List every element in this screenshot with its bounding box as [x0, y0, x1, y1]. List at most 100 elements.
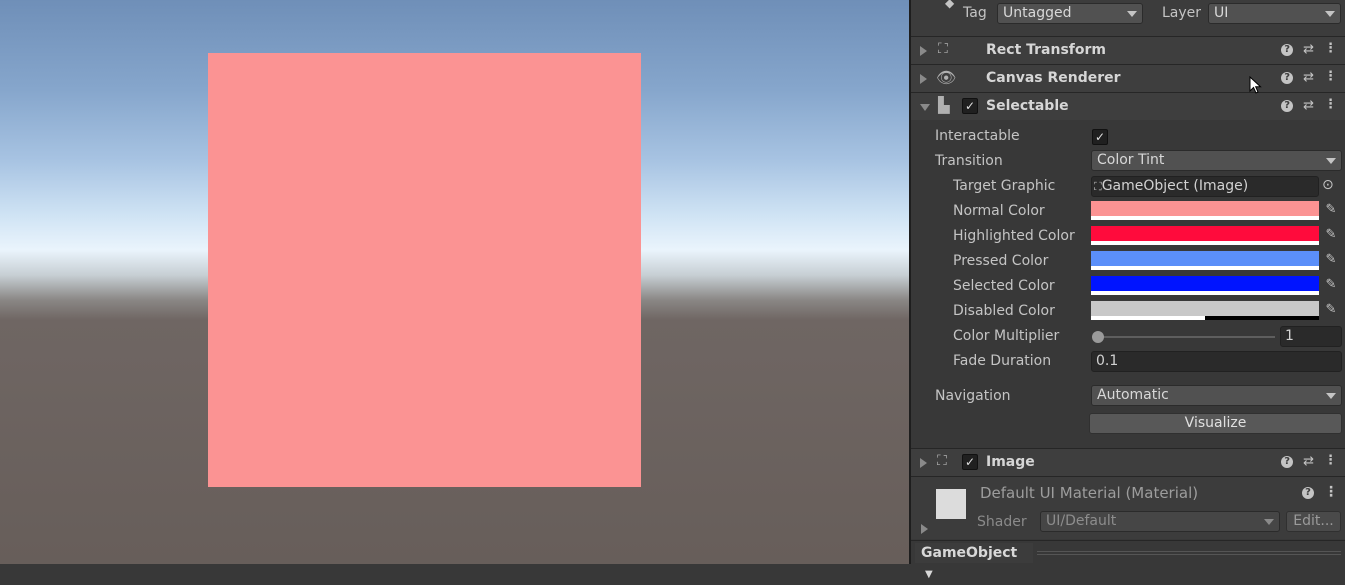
visualize-button[interactable]: Visualize	[1089, 413, 1342, 434]
more-options-icon[interactable]: ⋮	[1324, 42, 1337, 57]
transition-label: Transition	[935, 153, 1003, 169]
help-icon[interactable]: ?	[1302, 487, 1314, 499]
layer-dropdown[interactable]: UI	[1208, 3, 1341, 24]
tag-value: Untagged	[1003, 5, 1072, 21]
image-enabled-checkbox[interactable]: ✓	[962, 454, 978, 470]
help-icon[interactable]: ?	[1281, 100, 1294, 112]
fade-duration-label: Fade Duration	[953, 353, 1052, 369]
more-options-icon[interactable]: ⋮	[1324, 454, 1337, 469]
navigation-label: Navigation	[935, 388, 1011, 404]
slider-track	[1093, 336, 1275, 338]
component-actions: ? ⇄ ⋮	[1281, 70, 1337, 85]
transition-dropdown[interactable]: Color Tint	[1091, 150, 1342, 171]
disabled-color-field[interactable]	[1091, 301, 1319, 320]
gameobject-dropdown[interactable]: GameObject ▼	[915, 543, 1033, 580]
preset-icon[interactable]: ⇄	[1303, 70, 1314, 85]
component-image[interactable]: ⛶ ✓ Image ? ⇄ ⋮	[911, 448, 1345, 476]
slider-thumb[interactable]	[1092, 331, 1104, 343]
component-title: Image	[986, 454, 1035, 470]
foldout-arrow-icon[interactable]	[920, 46, 927, 56]
edit-shader-button[interactable]: Edit...	[1286, 511, 1341, 532]
component-actions: ? ⇄ ⋮	[1281, 98, 1337, 113]
disabled-color-swatch	[1091, 301, 1319, 316]
tag-label: Tag	[963, 5, 987, 21]
interactable-label: Interactable	[935, 128, 1020, 144]
chevron-down-icon	[1326, 393, 1336, 399]
help-icon[interactable]: ?	[1281, 456, 1294, 468]
component-rect-transform[interactable]: ⛶ Rect Transform ? ⇄ ⋮	[911, 36, 1345, 64]
chevron-down-icon	[1127, 11, 1137, 17]
material-name: Default UI Material (Material)	[980, 484, 1199, 502]
preset-icon[interactable]: ⇄	[1303, 42, 1314, 57]
chevron-down-icon	[1325, 11, 1335, 17]
alpha-bar	[1091, 216, 1319, 220]
chevron-down-icon	[1326, 158, 1336, 164]
rect-transform-icon: ⛶	[938, 41, 948, 57]
component-title: Rect Transform	[986, 42, 1107, 58]
tag-dropdown[interactable]: Untagged	[997, 3, 1143, 24]
alpha-bar-remaining	[1205, 316, 1319, 320]
eyedropper-icon[interactable]: ✎	[1323, 202, 1339, 218]
foldout-arrow-icon[interactable]	[920, 458, 927, 468]
footer-divider	[1037, 551, 1341, 555]
normal-color-field[interactable]	[1091, 201, 1319, 220]
target-graphic-value: GameObject (Image)	[1101, 178, 1249, 194]
pressed-color-label: Pressed Color	[953, 253, 1049, 269]
interactable-checkbox[interactable]: ✓	[1092, 129, 1108, 145]
selectable-enabled-checkbox[interactable]: ✓	[962, 98, 978, 114]
eyedropper-icon[interactable]: ✎	[1323, 277, 1339, 293]
preset-icon[interactable]: ⇄	[1303, 98, 1314, 113]
navigation-dropdown[interactable]: Automatic	[1091, 385, 1342, 406]
foldout-arrow-icon[interactable]	[920, 104, 930, 111]
color-multiplier-value: 1	[1285, 328, 1294, 344]
help-icon[interactable]: ?	[1281, 44, 1294, 56]
selected-color-swatch	[1091, 276, 1319, 291]
layer-value: UI	[1214, 5, 1229, 21]
help-icon[interactable]: ?	[1281, 72, 1294, 84]
foldout-arrow-icon[interactable]	[920, 74, 927, 84]
target-graphic-label: Target Graphic	[953, 178, 1056, 194]
scene-view[interactable]	[0, 0, 909, 564]
pressed-color-swatch	[1091, 251, 1319, 266]
collapse-arrow-icon[interactable]: ◆	[945, 0, 954, 10]
foldout-arrow-icon[interactable]	[921, 524, 928, 534]
selectable-icon: ▙	[938, 96, 950, 114]
material-actions: ? ⋮	[1302, 485, 1338, 499]
component-selectable[interactable]: ▙ ✓ Selectable ? ⇄ ⋮	[911, 92, 1345, 120]
eyedropper-icon[interactable]: ✎	[1323, 227, 1339, 243]
component-actions: ? ⇄ ⋮	[1281, 454, 1337, 469]
color-multiplier-label: Color Multiplier	[953, 328, 1060, 344]
fade-duration-input[interactable]: 0.1	[1091, 351, 1342, 372]
alpha-bar	[1091, 241, 1319, 245]
image-object-icon: ⛶	[1094, 180, 1102, 193]
shader-label: Shader	[977, 514, 1027, 530]
component-actions: ? ⇄ ⋮	[1281, 42, 1337, 57]
normal-color-label: Normal Color	[953, 203, 1045, 219]
eyedropper-icon[interactable]: ✎	[1323, 302, 1339, 318]
more-options-icon[interactable]: ⋮	[1324, 98, 1337, 113]
alpha-bar	[1091, 266, 1319, 270]
component-title: Selectable	[986, 98, 1069, 114]
selected-color-field[interactable]	[1091, 276, 1319, 295]
image-icon: ⛶	[937, 453, 947, 469]
transition-value: Color Tint	[1097, 152, 1165, 168]
layer-label: Layer	[1162, 5, 1202, 21]
gameobject-label: GameObject	[921, 545, 1018, 561]
target-graphic-field[interactable]: ⛶GameObject (Image)	[1091, 176, 1319, 197]
highlighted-color-field[interactable]	[1091, 226, 1319, 245]
color-multiplier-input[interactable]: 1	[1280, 326, 1342, 347]
object-picker-icon[interactable]: ⊙	[1322, 177, 1334, 193]
footer-bar: GameObject ▼	[911, 540, 1345, 580]
color-multiplier-slider[interactable]	[1092, 331, 1275, 343]
material-preview-thumbnail	[936, 489, 966, 519]
component-canvas-renderer[interactable]: 👁 Canvas Renderer ? ⇄ ⋮	[911, 64, 1345, 92]
ui-image-square[interactable]	[208, 53, 641, 487]
more-options-icon[interactable]: ⋮	[1324, 70, 1337, 85]
pressed-color-field[interactable]	[1091, 251, 1319, 270]
more-options-icon[interactable]: ⋮	[1324, 485, 1338, 499]
eyedropper-icon[interactable]: ✎	[1323, 252, 1339, 268]
shader-dropdown[interactable]: UI/Default	[1040, 511, 1280, 532]
preset-icon[interactable]: ⇄	[1303, 454, 1314, 469]
chevron-down-icon: ▼	[925, 569, 933, 580]
component-title: Canvas Renderer	[986, 70, 1121, 86]
